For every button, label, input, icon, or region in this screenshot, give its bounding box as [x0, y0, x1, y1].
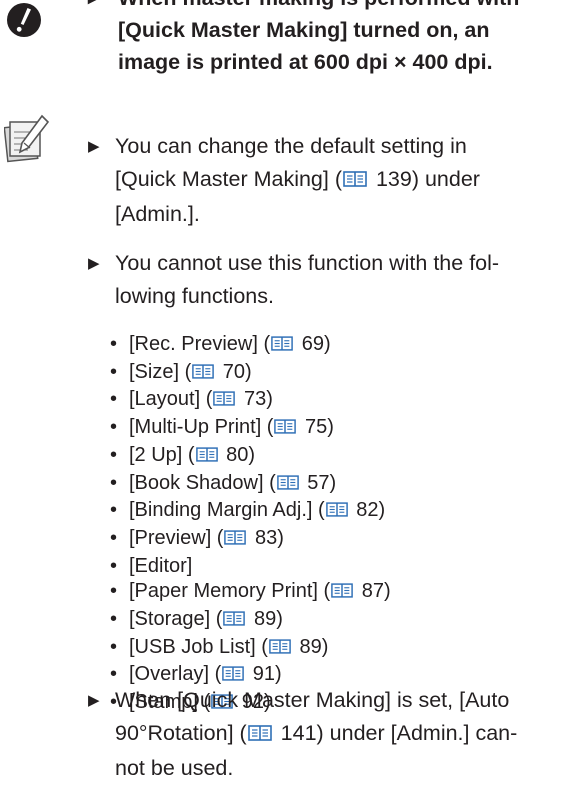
warning-note: ▶When master making is performed with [Q… [88, 0, 568, 78]
list-item: • [Multi-Up Print] ( 75) [0, 415, 575, 443]
incompatible-function-list: • [Rec. Preview] ( 69) • [Size] ( 70) • [La… [0, 332, 575, 718]
note-auto-rotation: ▶ When [Quick Master Making] is set, [Aut… [0, 684, 575, 785]
list-item: • [Size] ( 70) [0, 360, 575, 388]
book-reference-icon[interactable] [195, 445, 218, 471]
note-default-setting: ▶ You can change the default setting in [… [0, 130, 575, 231]
triangle-bullet-icon: ▶ [88, 0, 100, 14]
book-reference-icon[interactable] [276, 473, 299, 499]
list-item: • [Binding Margin Adj.] ( 82) [0, 498, 575, 526]
list-item: • [Rec. Preview] ( 69) [0, 332, 575, 360]
book-reference-icon[interactable] [213, 389, 236, 415]
book-reference-icon[interactable] [192, 362, 215, 388]
warning-line: [Quick Master Making] turned on, an [118, 18, 490, 42]
book-reference-icon[interactable] [269, 637, 291, 663]
list-item: • [Storage] ( 89) [0, 607, 575, 635]
book-reference-icon[interactable] [223, 609, 246, 635]
list-item: • [Layout] ( 73) [0, 387, 575, 415]
list-item: • [Editor] [110, 554, 193, 577]
book-reference-icon[interactable] [247, 719, 272, 752]
book-reference-icon[interactable] [271, 334, 293, 360]
list-item: • [USB Job List] ( 89) [0, 635, 575, 663]
triangle-bullet-icon: ▶ [88, 138, 100, 155]
triangle-bullet-icon: ▶ [88, 692, 100, 709]
book-reference-icon[interactable] [325, 500, 348, 526]
book-reference-icon[interactable] [343, 165, 367, 198]
book-reference-icon[interactable] [274, 417, 297, 443]
list-item: • [Paper Memory Print] ( 87) [0, 579, 575, 607]
warning-line: image is printed at 600 dpi × 400 dpi. [118, 50, 493, 74]
book-reference-icon[interactable] [224, 528, 247, 554]
list-item: • [Preview] ( 83) [0, 526, 575, 554]
warning-line: ▶When master making is performed with [88, 0, 568, 14]
warning-exclamation-icon [7, 3, 41, 37]
list-item: • [Book Shadow] ( 57) [0, 471, 575, 499]
triangle-bullet-icon: ▶ [88, 255, 100, 272]
book-reference-icon[interactable] [331, 581, 353, 607]
list-item: • [2 Up] ( 80) [0, 443, 575, 471]
note-incompatible-functions: ▶ You cannot use this function with the f… [0, 247, 575, 313]
